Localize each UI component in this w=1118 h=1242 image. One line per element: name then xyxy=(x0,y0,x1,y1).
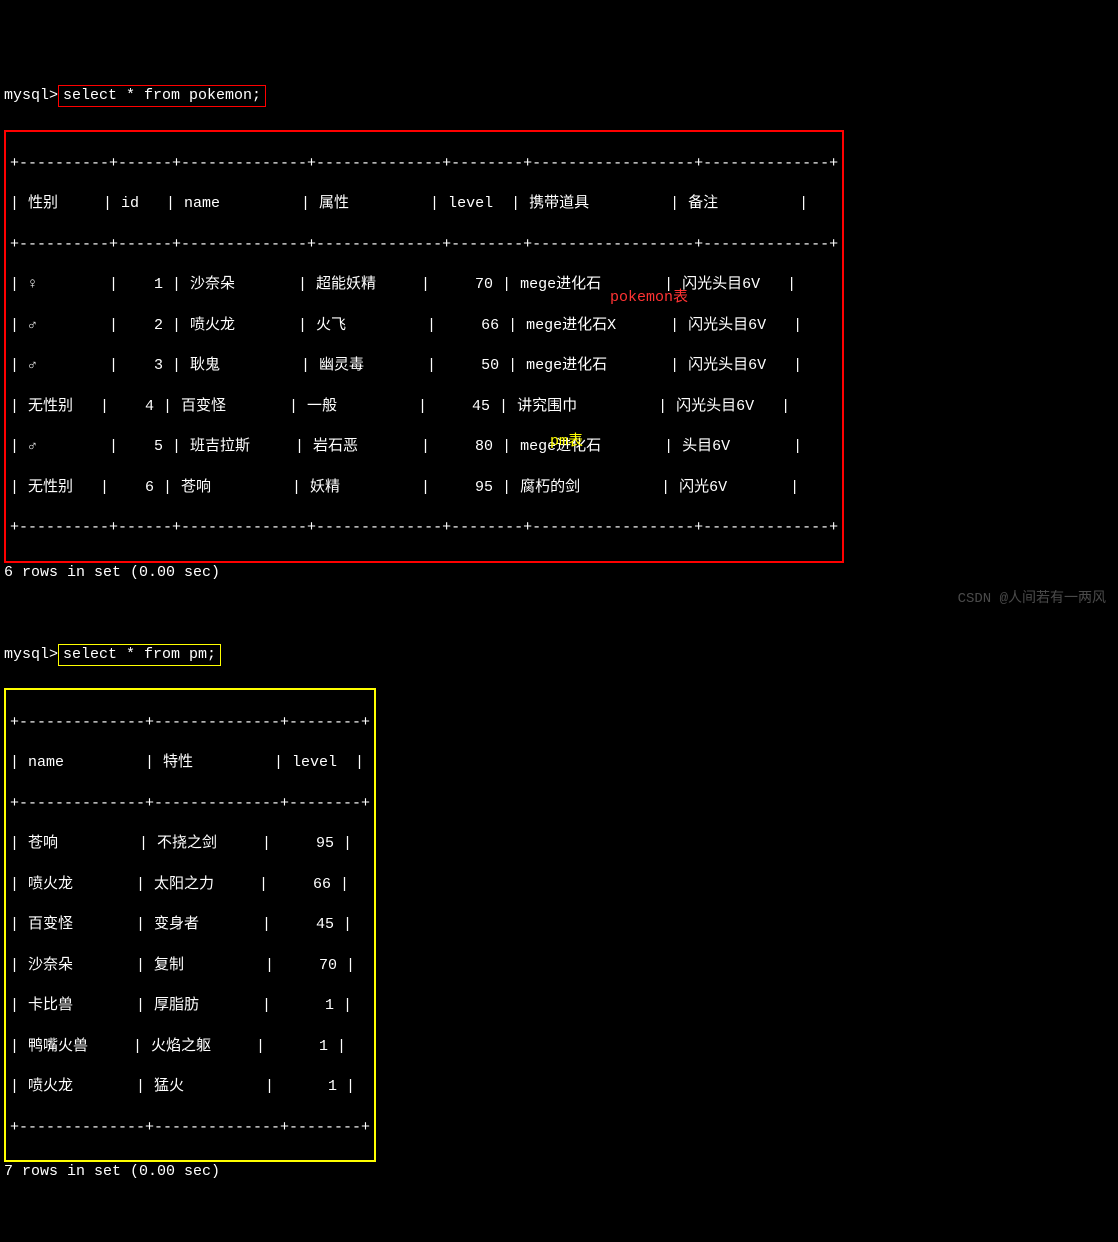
result2: 7 rows in set (0.00 sec) xyxy=(4,1162,1114,1182)
table2-row: | 百变怪 | 变身者 | 45 | xyxy=(10,915,370,935)
table2-sep-top: +--------------+--------------+--------+ xyxy=(10,713,370,733)
table2-row: | 喷火龙 | 猛火 | 1 | xyxy=(10,1077,370,1097)
table1-row: | 无性别 | 6 | 苍响 | 妖精 | 95 | 腐朽的剑 | 闪光6V | xyxy=(10,478,838,498)
table1-row: | 无性别 | 4 | 百变怪 | 一般 | 45 | 讲究围巾 | 闪光头目6… xyxy=(10,397,838,417)
table2-row: | 喷火龙 | 太阳之力 | 66 | xyxy=(10,875,370,895)
query2-line: mysql> select * from pm; xyxy=(4,644,1114,666)
query1-box: select * from pokemon; xyxy=(58,85,266,107)
table2-sep-mid: +--------------+--------------+--------+ xyxy=(10,794,370,814)
table1-row: | ♂ | 5 | 班吉拉斯 | 岩石恶 | 80 | mege进化石 | 头目… xyxy=(10,437,838,457)
table1-row: | ♀ | 1 | 沙奈朵 | 超能妖精 | 70 | mege进化石 | 闪光… xyxy=(10,275,838,295)
table2-sep-bot: +--------------+--------------+--------+ xyxy=(10,1118,370,1138)
table2-header: | name | 特性 | level | xyxy=(10,753,370,773)
pm-label: pm表 xyxy=(550,432,583,452)
pokemon-table-box: +----------+------+--------------+------… xyxy=(4,130,844,563)
table1-sep-bot: +----------+------+--------------+------… xyxy=(10,518,838,538)
table1-row: | ♂ | 2 | 喷火龙 | 火飞 | 66 | mege进化石X | 闪光头… xyxy=(10,316,838,336)
table1-sep-top: +----------+------+--------------+------… xyxy=(10,154,838,174)
table2-row: | 卡比兽 | 厚脂肪 | 1 | xyxy=(10,996,370,1016)
table2-row: | 鸭嘴火兽 | 火焰之躯 | 1 | xyxy=(10,1037,370,1057)
pm-table-box: +--------------+--------------+--------+… xyxy=(4,688,376,1162)
watermark: CSDN @人间若有一两风 xyxy=(958,590,1106,609)
query2-text: select * from pm; xyxy=(63,646,216,663)
table2-row: | 苍响 | 不挠之剑 | 95 | xyxy=(10,834,370,854)
prompt: mysql> xyxy=(4,86,58,106)
blank-line xyxy=(4,603,1114,623)
table1-sep-mid: +----------+------+--------------+------… xyxy=(10,235,838,255)
pokemon-label: pokemon表 xyxy=(610,288,688,308)
table1-row: | ♂ | 3 | 耿鬼 | 幽灵毒 | 50 | mege进化石 | 闪光头目… xyxy=(10,356,838,376)
prompt: mysql> xyxy=(4,645,58,665)
table2-row: | 沙奈朵 | 复制 | 70 | xyxy=(10,956,370,976)
result1: 6 rows in set (0.00 sec) xyxy=(4,563,1114,583)
table1-header: | 性别 | id | name | 属性 | level | 携带道具 | 备… xyxy=(10,194,838,214)
query1-line: mysql> select * from pokemon; xyxy=(4,85,1114,107)
query1-text: select * from pokemon; xyxy=(63,87,261,104)
query2-box: select * from pm; xyxy=(58,644,221,666)
